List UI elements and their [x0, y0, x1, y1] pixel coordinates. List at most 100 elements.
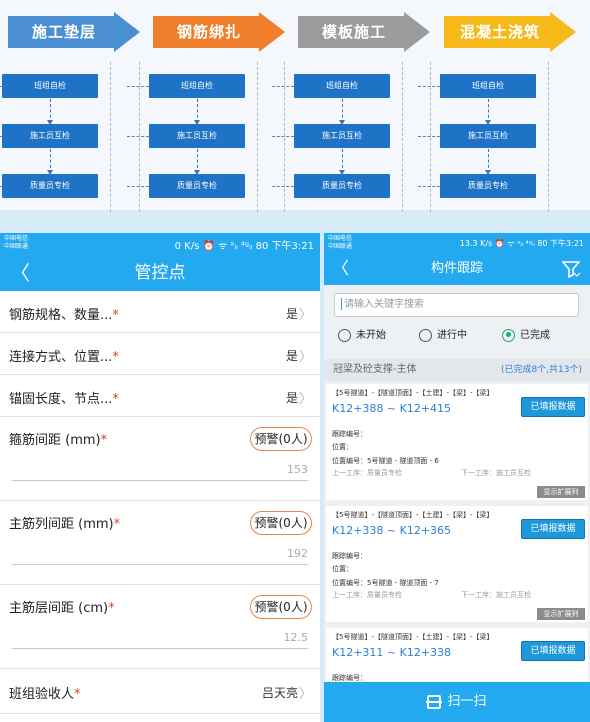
position-code: 位置编号：5号隧道 - 隧道顶面 - 7 — [332, 579, 439, 587]
form-row[interactable]: 钢筋规格、数量...* 是 〉 — [0, 291, 320, 333]
scan-icon — [426, 694, 443, 709]
warning-button[interactable]: 预警(0人) — [250, 427, 312, 451]
required-mark: * — [113, 517, 121, 532]
field-label: 锚固长度、节点... — [9, 392, 113, 407]
form-row[interactable]: 班组验收人* 吕天亮 〉 — [0, 669, 320, 714]
position: 位置： — [332, 565, 353, 573]
position-code: 位置编号：5号隧道 - 隧道顶面 - 6 — [332, 457, 439, 465]
step-box: 质量员专检 — [149, 174, 245, 198]
required-mark: * — [100, 433, 108, 448]
connector-line — [127, 186, 149, 187]
tracking-code: 跟踪编号： — [332, 430, 367, 438]
step-box: 施工员互检 — [2, 124, 98, 148]
carrier-label: 中国联通 — [4, 243, 29, 250]
field-label: 主筋列间距 (mm) — [9, 517, 114, 532]
carrier-label: 中国联通 — [328, 243, 353, 250]
filter-in-progress[interactable]: 进行中 — [419, 326, 467, 342]
status-bar: 中国电信 中国联通 0 K/s ⏰ ᯤ ᵃᵢₗ ⁴ᵍᵢₗ 80 下午3:21 — [0, 233, 320, 255]
section-count: (已完成8个,共13个) — [500, 365, 582, 375]
filter-not-started[interactable]: 未开始 — [338, 326, 386, 342]
form-row[interactable]: 锚固长度、节点...* 是 〉 — [0, 375, 320, 417]
step-box: 施工员互检 — [440, 124, 536, 148]
show-extended-button[interactable]: 显示扩展列 — [537, 486, 585, 498]
app-bar: 〈 管控点 — [0, 255, 320, 291]
tracking-card[interactable]: 【5号隧道】-【隧道顶面】-【土建】-【梁】-【梁】 K12+338 ~ K12… — [326, 506, 588, 622]
card-mileage: K12+311 ~ K12+338 — [332, 646, 452, 659]
stage-label: 钢筋绑扎 — [176, 23, 241, 41]
connector-line — [272, 186, 294, 187]
column-guide — [402, 62, 403, 212]
step-box: 班组自检 — [440, 74, 536, 98]
app-bar: 〈 构件跟踪 — [324, 253, 590, 285]
measure-input[interactable]: 153 — [287, 463, 308, 476]
input-underline — [12, 564, 308, 565]
prev-process: 上一工序：质量员专检 — [332, 591, 402, 599]
field-label: 连接方式、位置... — [9, 350, 113, 365]
stage-label: 混凝土浇筑 — [459, 23, 540, 41]
measure-input[interactable]: 12.5 — [284, 631, 309, 644]
flow-arrow — [194, 149, 200, 175]
filled-data-button[interactable]: 已填报数据 — [521, 397, 585, 417]
section-title: 冠梁及砼支撑-主体 — [333, 364, 417, 375]
section-header: 冠梁及砼支撑-主体 (已完成8个,共13个) — [324, 359, 590, 381]
card-path: 【5号隧道】-【隧道顶面】-【土建】-【梁】-【梁】 — [332, 633, 494, 641]
page-title: 管控点 — [134, 263, 186, 283]
field-value: 是 — [285, 349, 298, 363]
status-indicators: 13.3 K/s ⏰ ᯤ ᵃᵢₗ ⁴ᵍᵢₗ 80 下午3:21 — [459, 239, 584, 248]
filled-data-button[interactable]: 已填报数据 — [521, 519, 585, 539]
chevron-right-icon: 〉 — [298, 392, 312, 407]
connector-line — [418, 86, 440, 87]
stage-arrow: 钢筋绑扎 — [153, 12, 285, 52]
chevron-right-icon: 〉 — [298, 350, 312, 365]
connector-line — [272, 86, 294, 87]
scan-button[interactable]: 扫一扫 — [324, 682, 590, 722]
flow-arrow — [194, 99, 200, 125]
connector-line — [272, 136, 294, 137]
card-path: 【5号隧道】-【隧道顶面】-【土建】-【梁】-【梁】 — [332, 511, 494, 519]
column-guide — [139, 62, 140, 212]
field-value: 是 — [285, 307, 298, 321]
step-box: 质量员专检 — [2, 174, 98, 198]
card-mileage: K12+338 ~ K12+365 — [332, 524, 452, 537]
warning-button[interactable]: 预警(0人) — [250, 595, 312, 619]
form-row[interactable]: 连接方式、位置...* 是 〉 — [0, 333, 320, 375]
field-value: 吕天亮 — [261, 686, 298, 700]
field-label: 班组验收人 — [9, 687, 75, 702]
filter-icon[interactable] — [562, 259, 580, 279]
search-placeholder: 请输入关键字搜索 — [344, 299, 424, 310]
column-guide — [257, 62, 258, 212]
stage-arrow: 混凝土浇筑 — [444, 12, 576, 52]
carrier-label: 中国电信 — [328, 235, 353, 242]
step-box: 施工员互检 — [149, 124, 245, 148]
column-guide — [284, 62, 285, 212]
show-extended-button[interactable]: 显示扩展列 — [537, 608, 585, 620]
step-box: 质量员专检 — [440, 174, 536, 198]
measure-row: 主筋列间距 (mm)* 预警(0人) 192 — [0, 501, 320, 585]
radio-icon — [338, 328, 351, 342]
measure-row: 主筋层间距 (cm)* 预警(0人) 12.5 — [0, 585, 320, 669]
control-points-screen: 中国电信 中国联通 0 K/s ⏰ ᯤ ᵃᵢₗ ⁴ᵍᵢₗ 80 下午3:21 〈… — [0, 233, 320, 722]
flow-arrow — [47, 149, 53, 175]
tracking-code: 跟踪编号： — [332, 552, 367, 560]
tracking-card[interactable]: 【5号隧道】-【隧道顶面】-【土建】-【梁】-【梁】 K12+388 ~ K12… — [326, 384, 588, 500]
step-box: 班组自检 — [2, 74, 98, 98]
warning-button[interactable]: 预警(0人) — [250, 511, 312, 535]
connector-line — [127, 86, 149, 87]
stage-arrow: 模板施工 — [298, 12, 430, 52]
filter-completed[interactable]: 已完成 — [502, 326, 550, 342]
column-guide — [110, 62, 111, 212]
step-box: 质量员专检 — [294, 174, 390, 198]
input-underline — [12, 648, 308, 649]
component-tracking-screen: 中国电信 中国联通 13.3 K/s ⏰ ᯤ ᵃᵢₗ ⁴ᵍᵢₗ 80 下午3:2… — [324, 233, 590, 722]
search-input[interactable]: 请输入关键字搜索 — [334, 293, 579, 317]
tracking-card[interactable]: 【5号隧道】-【隧道顶面】-【土建】-【梁】-【梁】 K12+311 ~ K12… — [326, 628, 588, 688]
step-box: 班组自检 — [149, 74, 245, 98]
flow-arrow — [339, 99, 345, 125]
radio-label: 进行中 — [437, 330, 467, 341]
card-mileage: K12+388 ~ K12+415 — [332, 402, 452, 415]
radio-label: 已完成 — [520, 330, 550, 341]
flow-arrow — [47, 99, 53, 125]
filled-data-button[interactable]: 已填报数据 — [521, 641, 585, 661]
field-label: 主筋层间距 (cm) — [9, 601, 109, 616]
measure-input[interactable]: 192 — [287, 547, 308, 560]
